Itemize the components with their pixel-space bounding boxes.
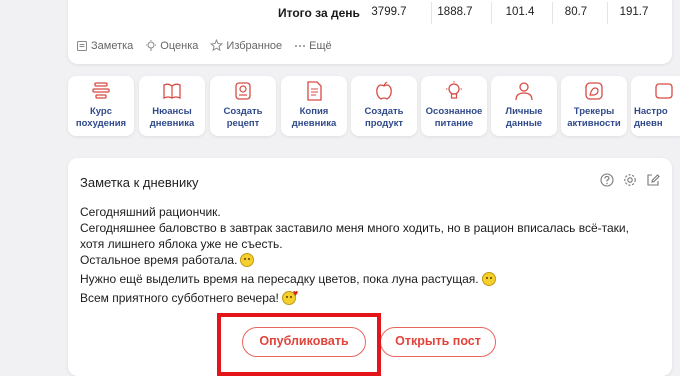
note-tools [591, 173, 660, 187]
note-line: Сегодняшнее баловство в завтрак заставил… [80, 221, 629, 235]
tile-label: Настро дневн [634, 106, 668, 129]
totals-value-2: 1888.7 [437, 6, 473, 18]
open-post-button[interactable]: Открыть пост [380, 327, 496, 357]
note-action[interactable]: Заметка [76, 40, 133, 52]
tile-create-recipe[interactable]: Создать рецепт [210, 76, 276, 136]
note-line-with-emoji: Нужно ещё выделить время на пересадку цв… [80, 271, 660, 287]
note-line: хотя лишнего яблока уже не съесть. [80, 237, 283, 251]
bulb-icon [146, 39, 157, 51]
totals-value-4: 80.7 [564, 6, 588, 18]
rate-action[interactable]: Оценка [145, 39, 199, 52]
diary-actions: Заметка Оценка Избранное Ещё [76, 39, 344, 52]
tile-create-product[interactable]: Создать продукт [351, 76, 417, 136]
totals-value-3: 101.4 [505, 6, 535, 18]
tile-weight-loss[interactable]: Курс похудения [68, 76, 134, 136]
tile-personal-data[interactable]: Личные данные [491, 76, 557, 136]
tile-label: Трекеры активности [567, 106, 621, 129]
favorite-action[interactable]: Избранное [210, 39, 282, 52]
smiley-icon [240, 253, 255, 267]
note-body: Сегодняшний рациончик. Сегодняшнее балов… [80, 204, 660, 306]
totals-value-5: 191.7 [619, 6, 649, 18]
more-action[interactable]: Ещё [294, 40, 332, 52]
tile-label: Создать продукт [364, 106, 404, 129]
note-line-with-emoji: Остальное время работала. [80, 252, 660, 268]
gear-icon[interactable] [623, 173, 637, 187]
note-icon [77, 40, 87, 51]
note-line-with-emoji: Всем приятного субботнего вечера! ♥ [80, 288, 299, 305]
tile-label: Личные данные [505, 106, 543, 129]
document-icon [307, 81, 322, 101]
publish-button[interactable]: Опубликовать [242, 327, 366, 357]
settings-icon [655, 83, 673, 99]
edit-icon[interactable] [646, 173, 660, 187]
bulb-icon [446, 81, 462, 99]
tile-activity-trackers[interactable]: Трекеры активности [561, 76, 627, 136]
note-action-label: Заметка [91, 39, 134, 52]
tile-label: Нюансы дневника [149, 106, 195, 129]
tile-diary-copy[interactable]: Копия дневника [281, 76, 347, 136]
star-icon [210, 39, 224, 52]
favorite-action-label: Избранное [226, 39, 283, 52]
smiley-icon [481, 272, 496, 286]
user-icon [515, 82, 533, 101]
book-icon [163, 83, 181, 100]
recipe-icon [235, 82, 251, 100]
totals-row: Итого за день 3799.7 1888.7 101.4 80.7 1… [68, 2, 672, 24]
tile-diary-nuances[interactable]: Нюансы дневника [139, 76, 205, 136]
more-action-label: Ещё [309, 39, 332, 52]
diary-totals-card: Итого за день 3799.7 1888.7 101.4 80.7 1… [68, 0, 672, 64]
tile-label: Осознанное питание [425, 106, 483, 129]
tile-label: Курс похудения [75, 106, 127, 129]
tile-label: Создать рецепт [223, 106, 263, 129]
note-title: Заметка к дневнику [80, 175, 199, 190]
more-icon [295, 44, 306, 47]
totals-calories: 3799.7 [371, 6, 407, 18]
scale-icon [92, 82, 110, 99]
note-line: Сегодняшний рациончик. [80, 205, 221, 219]
help-icon[interactable] [600, 173, 614, 187]
tile-diary-settings[interactable]: Настро дневн [631, 76, 680, 136]
muscle-icon [585, 82, 603, 100]
tile-label: Копия дневника [291, 106, 337, 129]
diary-note-card: Заметка к дневнику Сегодняшний рациончик… [68, 158, 672, 376]
rate-action-label: Оценка [160, 39, 199, 52]
heart-smiley-icon: ♥ [281, 289, 298, 305]
tile-mindful-eating[interactable]: Осознанное питание [421, 76, 487, 136]
apple-icon [376, 81, 392, 100]
